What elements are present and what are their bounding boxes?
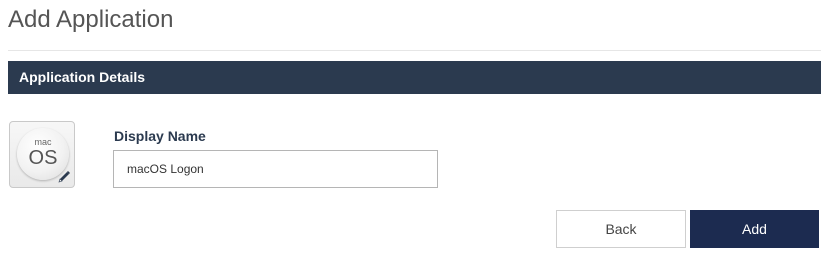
display-name-label: Display Name [114, 128, 206, 144]
macos-icon-label-small: mac [34, 137, 52, 147]
back-button[interactable]: Back [556, 210, 686, 248]
page-title: Add Application [8, 6, 174, 33]
section-header: Application Details [8, 61, 821, 94]
application-icon-picker[interactable]: mac OS [9, 121, 75, 188]
macos-icon-label-large: OS [28, 147, 58, 169]
display-name-input[interactable] [113, 150, 438, 188]
add-button[interactable]: Add [690, 210, 819, 248]
title-divider [8, 50, 821, 51]
pencil-icon[interactable] [56, 169, 72, 185]
